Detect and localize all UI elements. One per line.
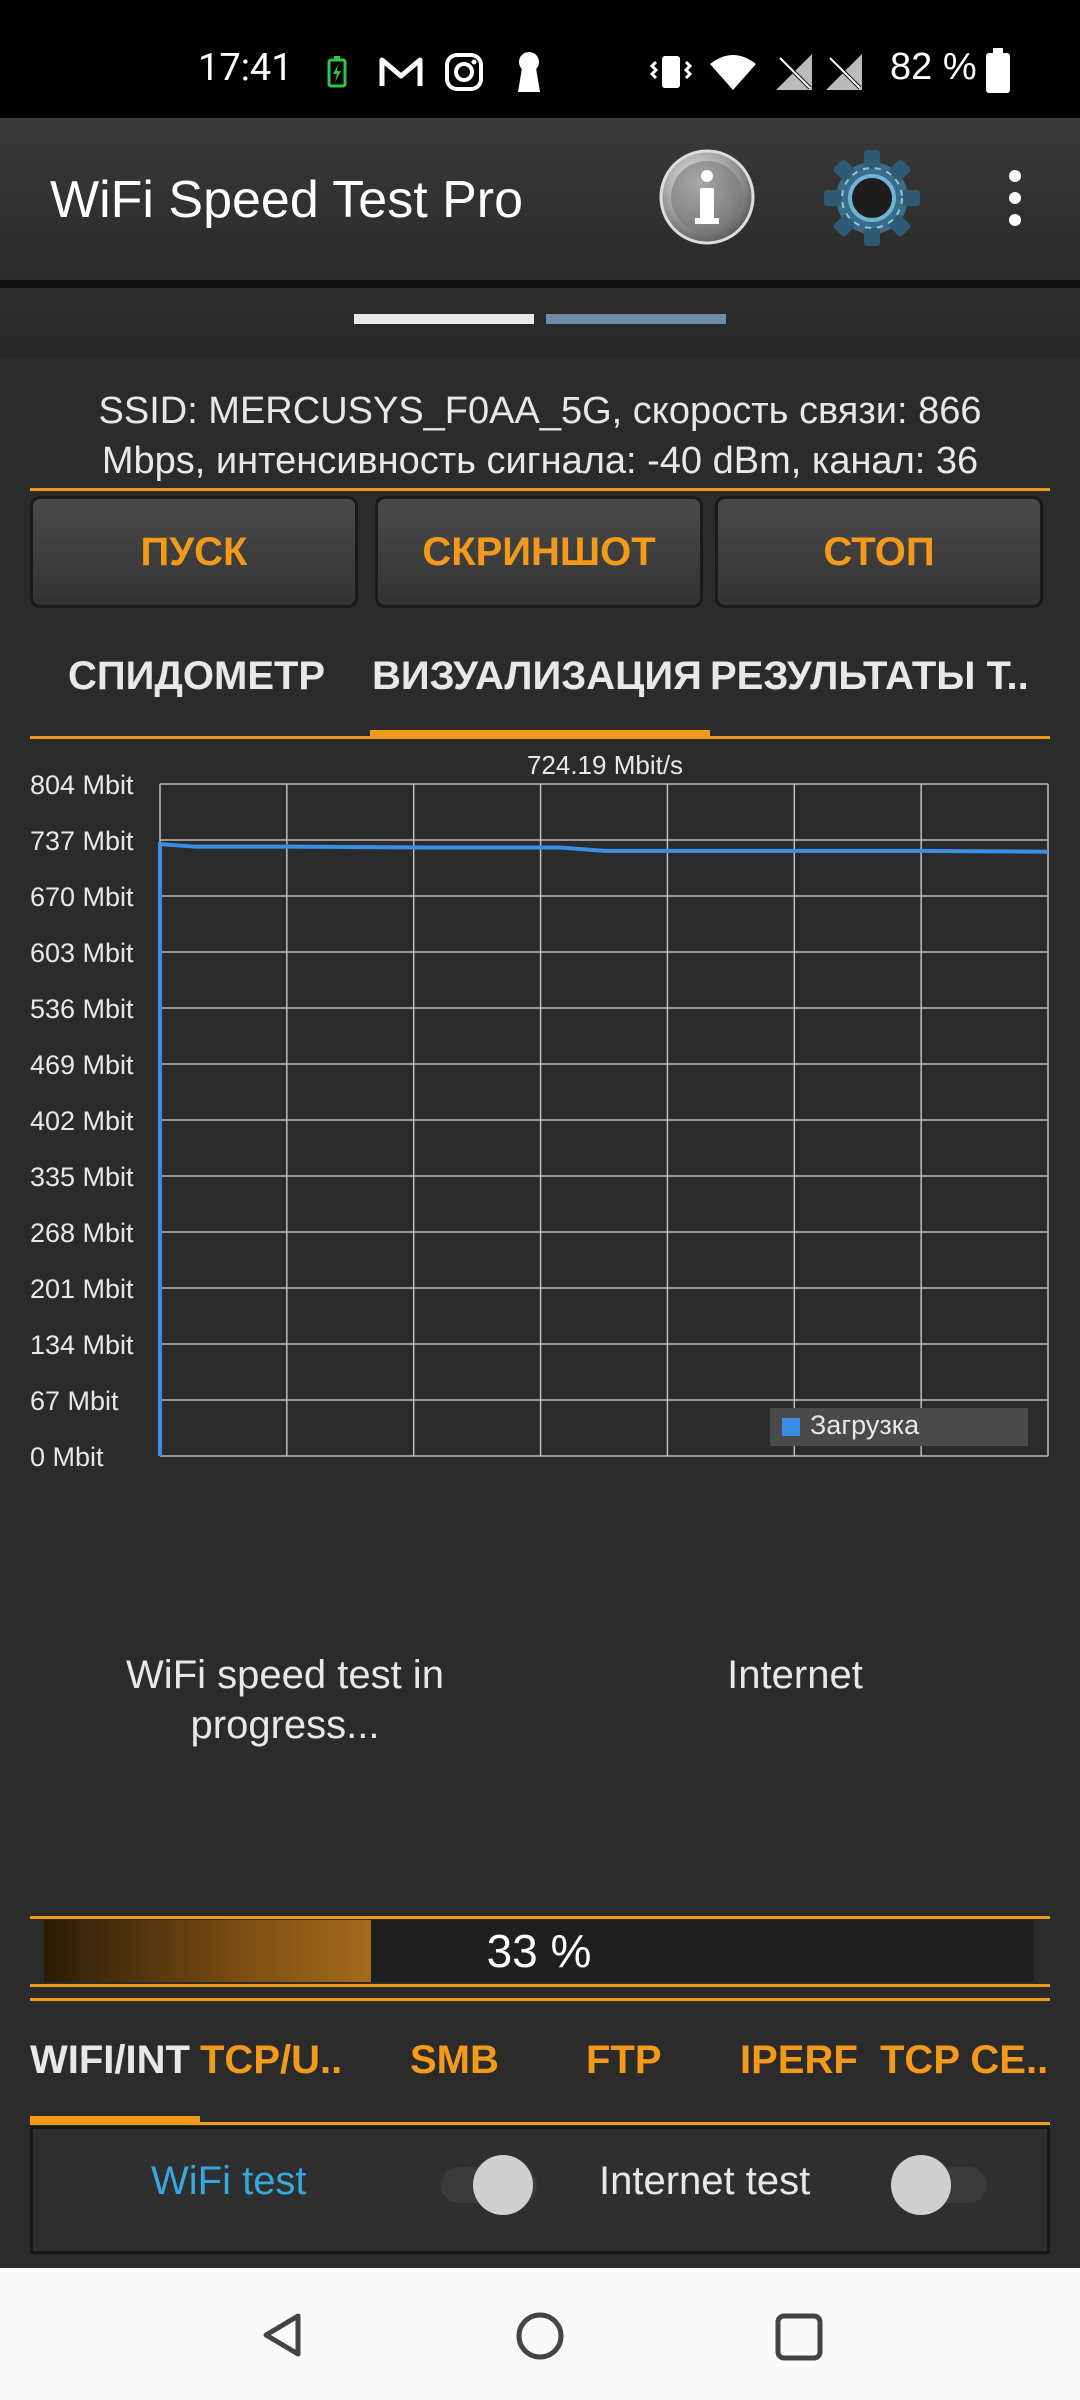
y-tick-label: 402 Mbit <box>30 1106 134 1136</box>
y-tick-label: 0 Mbit <box>30 1442 104 1468</box>
chart-y-axis: 804 Mbit 737 Mbit 670 Mbit 603 Mbit 536 Mbit… <box>30 770 134 1468</box>
legend-swatch <box>782 1418 800 1436</box>
y-tick-label: 603 Mbit <box>30 938 134 968</box>
info-icon[interactable] <box>658 148 756 246</box>
battery-icon <box>986 48 1010 93</box>
stop-button[interactable]: СТОП <box>715 496 1043 608</box>
bottom-tab-ftp[interactable]: FTP <box>586 2038 662 2108</box>
tab-active-indicator <box>370 730 710 738</box>
start-button[interactable]: ПУСК <box>30 496 358 608</box>
bottom-tab-tcp-server[interactable]: TCP CE.. <box>880 2038 1048 2108</box>
chart-grid <box>159 783 1049 1457</box>
divider <box>30 1998 1050 2001</box>
back-icon[interactable] <box>258 2310 308 2360</box>
bottom-tab-tcp-udp[interactable]: TCP/U.. <box>200 2038 342 2108</box>
battery-percent: 82 % <box>890 46 977 88</box>
status-bar: 17:41 82 % <box>0 0 1080 118</box>
y-tick-label: 268 Mbit <box>30 1218 134 1248</box>
bottom-tab-active-indicator <box>30 2116 200 2124</box>
y-tick-label: 469 Mbit <box>30 1050 134 1080</box>
battery-charging-icon <box>327 56 347 88</box>
overflow-menu-icon[interactable] <box>1000 166 1030 230</box>
y-tick-label: 536 Mbit <box>30 994 134 1024</box>
navigation-bar <box>0 2268 1080 2400</box>
connection-info: SSID: MERCUSYS_F0AA_5G, скорость связи: … <box>20 386 1060 486</box>
wifi-test-label: WiFi test <box>151 2159 307 2203</box>
chart-series <box>158 842 1049 1456</box>
connection-info-line1: SSID: MERCUSYS_F0AA_5G, скорость связи: … <box>98 390 982 432</box>
legend-label: Загрузка <box>810 1410 920 1440</box>
wifi-test-switch-thumb <box>473 2155 533 2215</box>
y-tick-label: 335 Mbit <box>30 1162 134 1192</box>
bottom-tab-smb[interactable]: SMB <box>410 2038 499 2108</box>
test-toggle-panel: WiFi test Internet test <box>30 2126 1050 2254</box>
no-sim-icon-2 <box>826 54 862 90</box>
series-line <box>158 842 1049 1456</box>
divider <box>30 1984 1050 1987</box>
status-time: 17:41 <box>198 46 293 90</box>
internet-test-switch-thumb <box>891 2155 951 2215</box>
keyhole-icon <box>518 52 540 92</box>
internet-test-label: Internet test <box>599 2159 811 2203</box>
tab-speedometer[interactable]: СПИДОМЕТР <box>68 654 325 718</box>
home-icon[interactable] <box>514 2310 566 2362</box>
page-indicator-active[interactable] <box>354 314 534 324</box>
y-tick-label: 67 Mbit <box>30 1386 119 1416</box>
y-tick-label: 804 Mbit <box>30 770 134 800</box>
gmail-icon <box>379 57 423 86</box>
screenshot-button[interactable]: СКРИНШОТ <box>375 496 703 608</box>
page-indicator <box>0 284 1080 362</box>
wifi-test-switch[interactable] <box>441 2155 537 2215</box>
y-tick-label: 134 Mbit <box>30 1330 134 1360</box>
wifi-icon <box>710 55 756 90</box>
internet-test-status: Internet <box>727 1653 863 1697</box>
divider <box>30 1916 1050 1919</box>
vibrate-icon <box>650 56 692 88</box>
y-tick-label: 737 Mbit <box>30 826 134 856</box>
app-bar: WiFi Speed Test Pro <box>0 118 1080 284</box>
wifi-test-status: WiFi speed test in progress... <box>126 1653 444 1747</box>
y-tick-label: 201 Mbit <box>30 1274 134 1304</box>
chart-legend: Загрузка <box>770 1408 1028 1446</box>
tab-results[interactable]: РЕЗУЛЬТАТЫ Т.. <box>710 654 1029 718</box>
internet-test-switch[interactable] <box>891 2155 987 2215</box>
bottom-tab-iperf[interactable]: IPERF <box>740 2038 858 2108</box>
no-sim-icon <box>776 54 812 90</box>
instagram-icon <box>445 53 483 91</box>
chart-title: 724.19 Mbit/s <box>527 750 683 780</box>
tab-visualization[interactable]: ВИЗУАЛИЗАЦИЯ <box>372 654 702 718</box>
settings-gear-icon[interactable] <box>820 146 924 250</box>
bottom-tab-wifi-int[interactable]: WIFI/INT <box>30 2038 198 2108</box>
recents-icon[interactable] <box>774 2312 824 2362</box>
speed-chart: 804 Mbit 737 Mbit 670 Mbit 603 Mbit 536 Mbit… <box>30 750 1049 1468</box>
progress-label: 33 % <box>486 1925 592 1977</box>
app-title: WiFi Speed Test Pro <box>50 171 524 229</box>
y-tick-label: 670 Mbit <box>30 882 134 912</box>
divider <box>30 488 1050 491</box>
connection-info-line2: Mbps, интенсивность сигнала: -40 dBm, ка… <box>101 440 979 482</box>
page-indicator-inactive[interactable] <box>546 314 726 324</box>
progress-bar: 33 % <box>44 1920 1034 1982</box>
main-content: SSID: MERCUSYS_F0AA_5G, скорость связи: … <box>0 358 1080 2268</box>
